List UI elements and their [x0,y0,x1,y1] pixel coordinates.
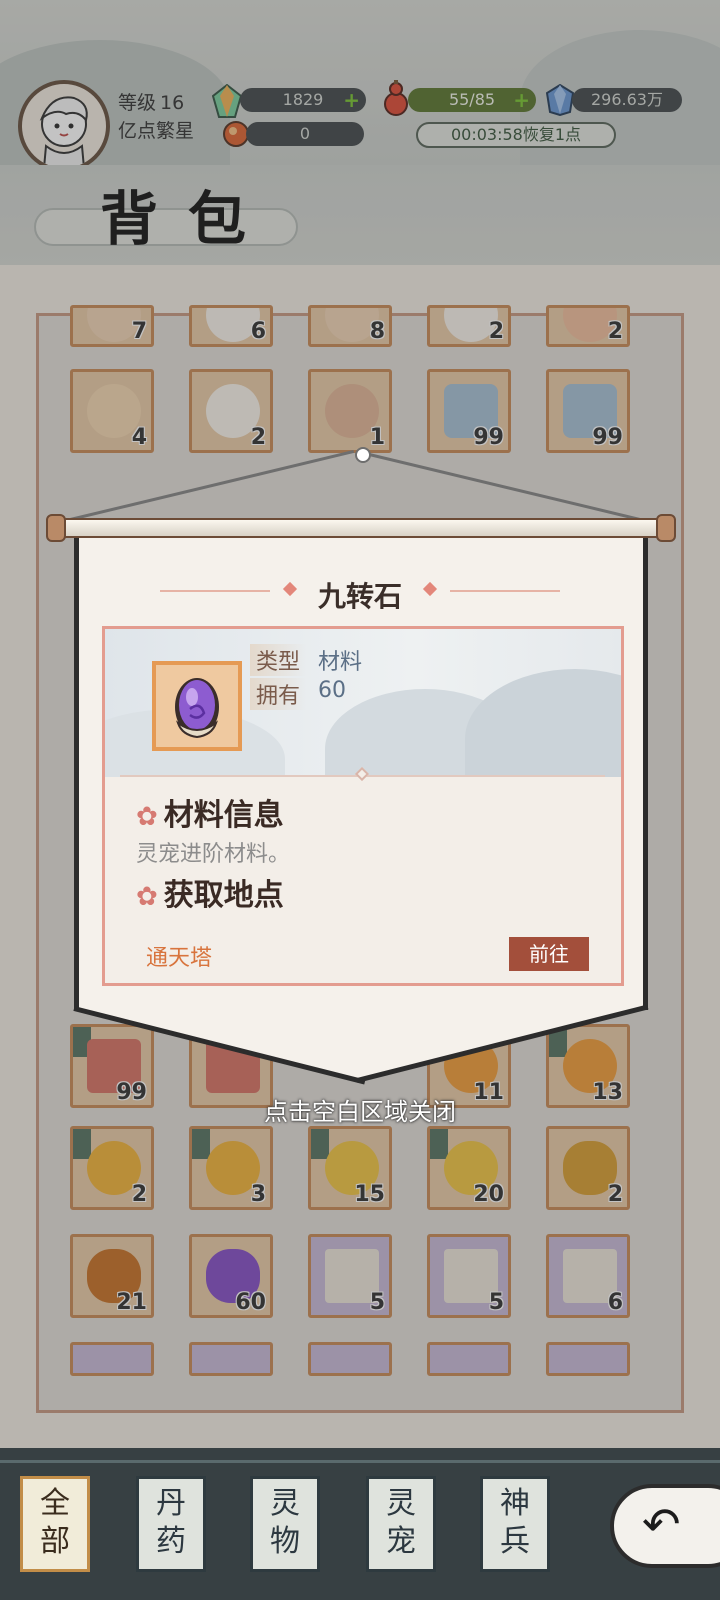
scroll-rod-end [656,514,676,542]
go-to-source-button[interactable]: 前往 [509,937,589,971]
item-name: 九转石 [317,580,402,613]
tab-bar-ornament [0,1460,720,1463]
bag-screen: 等级 16 亿点繁星 1829 + 0 55/85 + 296.63万 00:03… [0,0,720,1600]
owned-label: 拥有 [250,678,307,710]
nine-turn-stone-icon [175,678,219,739]
type-label: 类型 [250,644,307,676]
tab-label-top: 神 [500,1486,530,1521]
tab-label-bottom: 物 [270,1524,300,1559]
tab-label-top: 丹 [156,1486,186,1521]
scroll-hook-icon [355,447,371,463]
source-title: 获取地点 [163,878,284,913]
scroll-tail [74,1008,648,1080]
close-hint: 点击空白区域关闭 [264,1098,456,1126]
back-arrow-icon: ↶ [642,1497,681,1551]
flower-bullet-icon: ✿ [136,802,158,832]
tab-divine-weapons[interactable]: 神兵 [480,1476,550,1572]
source-place: 通天塔 [146,946,213,971]
info-section-title: ✿ 材料信息 [136,790,284,834]
item-icon-frame [152,661,242,751]
mist-mountain [465,669,621,777]
info-title: 材料信息 [163,798,284,833]
tab-label-bottom: 兵 [500,1524,530,1559]
tab-label-top: 灵 [270,1486,300,1521]
back-button[interactable]: ↶ [610,1484,720,1568]
type-value: 材料 [318,650,363,675]
scroll-rod [52,518,672,538]
scroll-rod-end [46,514,66,542]
flower-bullet-icon: ✿ [136,882,158,912]
tab-label-top: 灵 [386,1486,416,1521]
tab-spirit-items[interactable]: 灵物 [250,1476,320,1572]
source-section-title: ✿ 获取地点 [136,870,284,914]
item-description: 灵宠进阶材料。 [136,842,291,867]
tab-label-bottom: 部 [40,1524,70,1559]
tab-label-bottom: 药 [156,1524,186,1559]
tab-label-top: 全 [40,1486,70,1521]
tab-medicine[interactable]: 丹药 [136,1476,206,1572]
tab-label-bottom: 宠 [386,1524,416,1559]
tab-all[interactable]: 全部 [20,1476,90,1572]
tab-spirit-pets[interactable]: 灵宠 [366,1476,436,1572]
owned-value: 60 [318,678,346,703]
